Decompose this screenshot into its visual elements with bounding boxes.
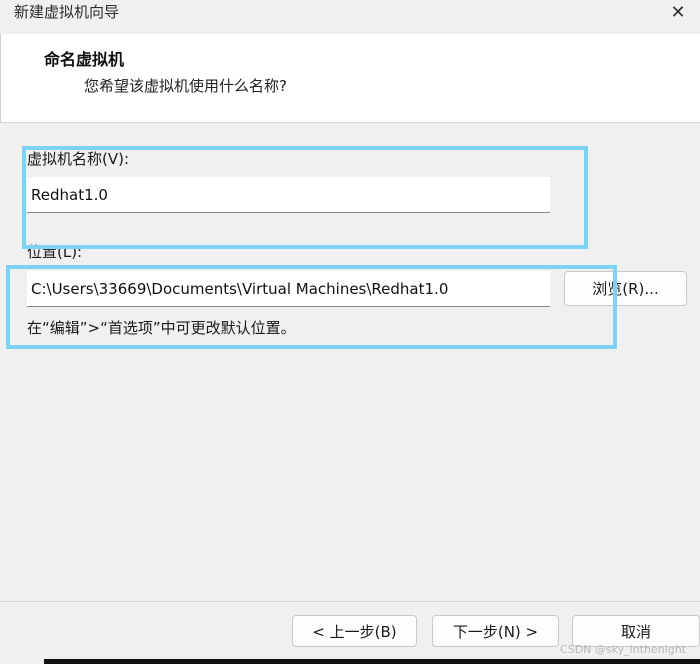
watermark: CSDN @sky_inthenight — [560, 643, 686, 656]
page-title: 命名虚拟机 — [44, 50, 125, 69]
next-button[interactable]: 下一步(N) > — [432, 615, 559, 647]
window-title: 新建虚拟机向导 — [14, 3, 120, 21]
header-left-border — [0, 34, 1, 122]
wizard-header: 命名虚拟机 您希望该虚拟机使用什么名称? — [0, 34, 700, 123]
browse-button[interactable]: 浏览(R)... — [564, 271, 687, 306]
location-input[interactable] — [27, 271, 550, 307]
close-icon: ✕ — [670, 1, 686, 23]
back-button[interactable]: < 上一步(B) — [292, 615, 417, 647]
default-location-hint: 在“编辑”>“首选项”中可更改默认位置。 — [27, 319, 296, 337]
title-bar: 新建虚拟机向导 ✕ — [0, 0, 700, 24]
footer-divider — [0, 601, 700, 602]
bottom-edge — [44, 659, 700, 664]
close-button[interactable]: ✕ — [656, 0, 700, 24]
page-subtitle: 您希望该虚拟机使用什么名称? — [84, 77, 287, 95]
vm-name-label: 虚拟机名称(V): — [27, 150, 130, 168]
location-label: 位置(L): — [27, 243, 83, 261]
vm-name-input[interactable] — [27, 177, 550, 213]
